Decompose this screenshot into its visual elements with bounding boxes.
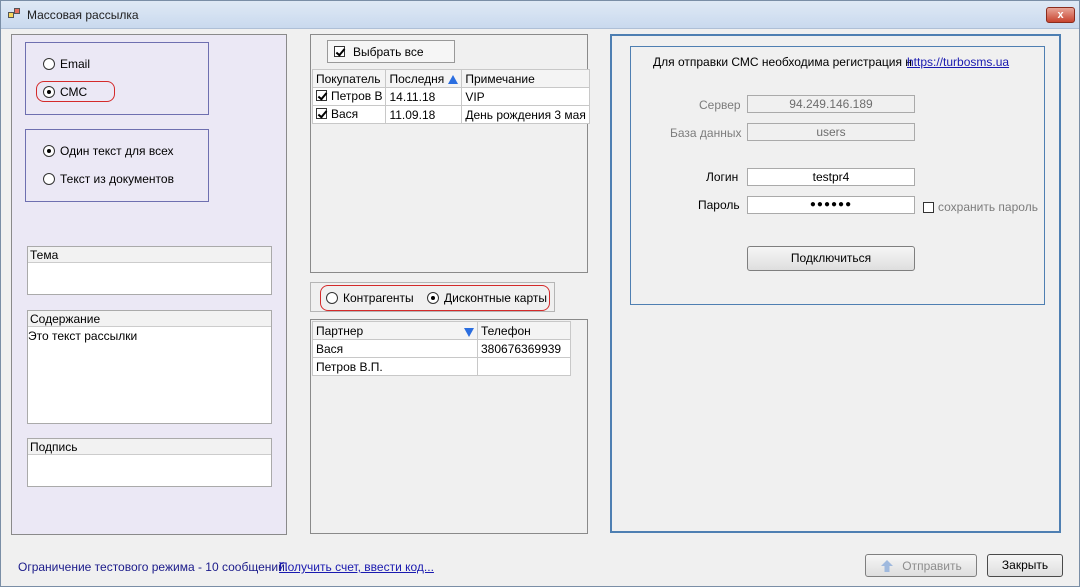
sms-info-text: Для отправки СМС необходима регистрация … [653, 55, 912, 69]
send-button-label: Отправить [902, 558, 962, 573]
buyers-panel: Выбрать все Покупатель Последня Примечан… [310, 34, 590, 273]
buyers-table: Покупатель Последня Примечание Петров В … [311, 69, 590, 124]
col-partner-label: Партнер [316, 323, 364, 338]
date-cell[interactable]: 14.11.18 [385, 87, 463, 106]
close-button[interactable]: Закрыть [987, 554, 1063, 577]
login-label: Логин [706, 170, 739, 184]
subject-label: Тема [28, 247, 271, 263]
radio-sms-label: СМС [60, 85, 88, 99]
table-row[interactable]: Петров В.П. [312, 357, 571, 376]
radio-email[interactable]: Email [43, 57, 90, 71]
subject-field[interactable]: Тема [27, 246, 272, 295]
select-all-button[interactable]: Выбрать все [327, 40, 455, 63]
source-selector: Контрагенты Дисконтные карты [310, 282, 555, 312]
radio-contractors-dot[interactable] [326, 292, 338, 304]
col-note[interactable]: Примечание [461, 69, 590, 88]
radio-cards-dot[interactable] [427, 292, 439, 304]
send-button[interactable]: Отправить [865, 554, 977, 577]
table-row[interactable]: Вася 380676369939 [312, 339, 571, 358]
col-last-label: Последня [389, 71, 445, 86]
radio-cards-label: Дисконтные карты [444, 291, 547, 305]
date-cell[interactable]: 11.09.18 [385, 105, 463, 124]
signature-input[interactable] [28, 455, 271, 459]
database-field: users [747, 123, 915, 141]
partner-cell[interactable]: Вася [312, 339, 478, 358]
get-invoice-link[interactable]: Получить счет, ввести код... [279, 560, 434, 574]
title-bar: Массовая рассылка x [1, 1, 1079, 29]
login-field[interactable]: testpr4 [747, 168, 915, 186]
radio-one-text-label: Один текст для всех [60, 144, 174, 158]
sort-ascending-icon [448, 74, 459, 84]
select-all-label: Выбрать все [353, 44, 424, 59]
buyer-cell[interactable]: Петров В [311, 87, 387, 106]
radio-text-docs-label: Текст из документов [60, 172, 174, 186]
select-all-checkbox[interactable] [334, 46, 345, 57]
col-last[interactable]: Последня [385, 69, 463, 88]
col-phone[interactable]: Телефон [477, 321, 571, 340]
signature-label: Подпись [28, 439, 271, 455]
radio-email-dot[interactable] [43, 58, 55, 70]
content-label: Содержание [28, 311, 271, 327]
subject-input[interactable] [28, 263, 271, 267]
table-row[interactable]: Вася 11.09.18 День рождения 3 мая [311, 105, 590, 124]
radio-email-label: Email [60, 57, 91, 71]
password-label: Пароль [698, 198, 740, 212]
note-cell[interactable]: VIP [461, 87, 590, 106]
radio-text-docs[interactable]: Текст из документов [43, 172, 174, 186]
table-row[interactable]: Петров В 14.11.18 VIP [311, 87, 590, 106]
partners-header-row: Партнер Телефон [312, 321, 571, 340]
radio-contractors-label: Контрагенты [343, 291, 414, 305]
database-label: База данных [670, 126, 742, 140]
content-input[interactable]: Это текст рассылки [28, 327, 271, 343]
buyer-name: Петров В [331, 88, 383, 103]
sms-settings-group: Для отправки СМС необходима регистрация … [630, 46, 1045, 305]
note-cell[interactable]: День рождения 3 мая [461, 105, 590, 124]
radio-cards[interactable]: Дисконтные карты [427, 291, 547, 305]
radio-sms-dot[interactable] [43, 86, 55, 98]
save-password-label: сохранить пароль [938, 200, 1038, 214]
channel-group: Email СМС [25, 42, 209, 115]
buyers-header-row: Покупатель Последня Примечание [311, 69, 590, 88]
partners-table: Партнер Телефон Вася 380676369939 Петров… [312, 321, 571, 376]
window-title: Массовая рассылка [27, 8, 139, 22]
partners-panel: Партнер Телефон Вася 380676369939 Петров… [310, 319, 588, 534]
signature-field[interactable]: Подпись [27, 438, 272, 487]
radio-contractors[interactable]: Контрагенты [326, 291, 414, 305]
arrow-up-icon [881, 559, 894, 572]
text-mode-group: Один текст для всех Текст из документов [25, 129, 209, 202]
buyer-cell[interactable]: Вася [311, 105, 387, 124]
radio-one-text-dot[interactable] [43, 145, 55, 157]
connect-button[interactable]: Подключиться [747, 246, 915, 271]
content-field[interactable]: Содержание Это текст рассылки [27, 310, 272, 424]
password-field[interactable]: ●●●●●● [747, 196, 915, 214]
sort-descending-icon [464, 327, 474, 337]
partner-cell[interactable]: Петров В.П. [312, 357, 478, 376]
phone-cell[interactable]: 380676369939 [477, 339, 571, 358]
col-partner[interactable]: Партнер [312, 321, 478, 340]
main-window: Массовая рассылка x Email СМС Один текст… [0, 0, 1080, 587]
row-checkbox[interactable] [316, 90, 327, 102]
save-password-option[interactable]: сохранить пароль [923, 200, 1038, 214]
window-close-button[interactable]: x [1046, 7, 1075, 23]
col-buyer[interactable]: Покупатель [311, 69, 387, 88]
sms-connection-panel: Для отправки СМС необходима регистрация … [610, 34, 1061, 533]
radio-one-text[interactable]: Один текст для всех [43, 144, 173, 158]
row-checkbox[interactable] [316, 108, 327, 120]
phone-cell[interactable] [477, 357, 571, 376]
test-limit-text: Ограничение тестового режима - 10 сообще… [18, 560, 289, 574]
server-field: 94.249.146.189 [747, 95, 915, 113]
server-label: Сервер [699, 98, 741, 112]
app-icon [8, 8, 22, 20]
radio-text-docs-dot[interactable] [43, 173, 55, 185]
buyer-name: Вася [331, 106, 359, 121]
turbosms-link[interactable]: https://turbosms.ua [907, 55, 1009, 69]
save-password-checkbox[interactable] [923, 201, 934, 213]
message-settings-panel: Email СМС Один текст для всех Текст из д… [11, 34, 287, 535]
radio-sms[interactable]: СМС [43, 85, 87, 99]
